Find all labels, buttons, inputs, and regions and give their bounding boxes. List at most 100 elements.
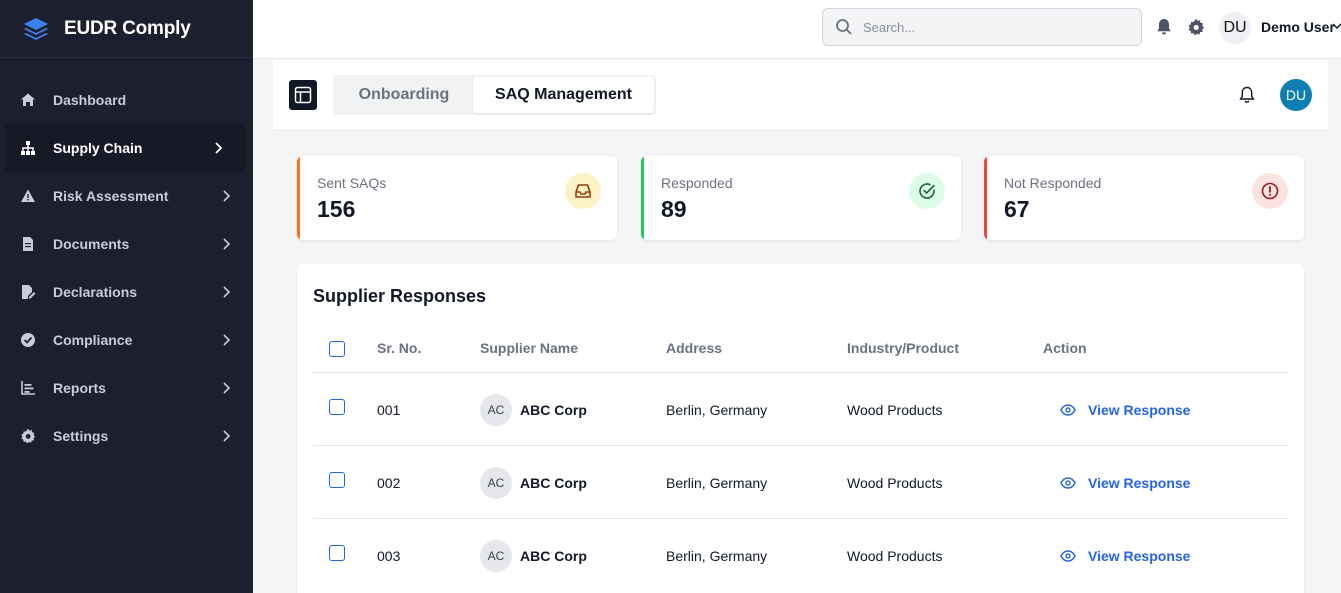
- sidebar-item-supply-chain[interactable]: Supply Chain: [5, 124, 245, 172]
- main-content: Onboarding SAQ Management DU Sent SAQs 1…: [273, 60, 1328, 593]
- tabs-bar: Onboarding SAQ Management DU: [273, 60, 1328, 131]
- view-response-link[interactable]: View Response: [1060, 402, 1190, 418]
- eye-icon: [1060, 477, 1076, 489]
- tab-saq-management[interactable]: SAQ Management: [473, 77, 654, 113]
- supplier-responses-panel: Supplier Responses Sr. No. Supplier Name…: [297, 264, 1304, 593]
- stat-label: Not Responded: [1004, 175, 1102, 191]
- sidebar-item-compliance[interactable]: Compliance: [0, 316, 253, 364]
- sidebar-item-declarations[interactable]: Declarations: [0, 268, 253, 316]
- column-header-address[interactable]: Address: [666, 340, 722, 356]
- row-checkbox[interactable]: [329, 399, 345, 415]
- select-all-checkbox[interactable]: [329, 341, 345, 357]
- notification-bell-icon[interactable]: [1156, 18, 1172, 36]
- user-avatar-secondary[interactable]: DU: [1280, 79, 1312, 111]
- chevron-right-icon: [223, 286, 231, 298]
- settings-gear-icon[interactable]: [1187, 18, 1205, 36]
- sitemap-icon: [20, 140, 36, 156]
- sidebar-item-label: Supply Chain: [53, 140, 143, 156]
- sr-no-cell: 001: [377, 402, 401, 418]
- stat-label: Sent SAQs: [317, 175, 387, 191]
- user-avatar[interactable]: DU: [1219, 12, 1251, 44]
- gear-icon: [20, 428, 36, 444]
- row-checkbox[interactable]: [329, 472, 345, 488]
- stat-value: 156: [317, 196, 356, 222]
- eye-icon: [1060, 404, 1076, 416]
- supplier-name-cell: ABC Corp: [520, 548, 587, 564]
- tab-group: Onboarding SAQ Management: [333, 75, 656, 115]
- industry-cell: Wood Products: [847, 548, 943, 564]
- user-name[interactable]: Demo User: [1261, 19, 1335, 35]
- stat-label: Responded: [661, 175, 733, 191]
- industry-cell: Wood Products: [847, 475, 943, 491]
- accent-bar: [641, 156, 644, 240]
- table-row: 002 AC ABC Corp Berlin, Germany Wood Pro…: [313, 446, 1288, 519]
- industry-cell: Wood Products: [847, 402, 943, 418]
- table-header: Sr. No. Supplier Name Address Industry/P…: [313, 332, 1288, 373]
- sidebar-item-label: Risk Assessment: [53, 188, 169, 204]
- eye-icon: [1060, 550, 1076, 562]
- address-cell: Berlin, Germany: [666, 548, 768, 564]
- chevron-right-icon: [223, 334, 231, 346]
- brand[interactable]: EUDR Comply: [0, 0, 253, 58]
- search-icon: [836, 19, 852, 35]
- sidebar-item-label: Declarations: [53, 284, 138, 300]
- supplier-avatar: AC: [480, 467, 512, 499]
- check-circle-icon: [909, 173, 945, 209]
- sr-no-cell: 002: [377, 475, 401, 491]
- accent-bar: [297, 156, 300, 240]
- sidebar: EUDR Comply Dashboard Supply Chain Risk …: [0, 0, 253, 593]
- tab-onboarding[interactable]: Onboarding: [335, 77, 473, 113]
- supplier-avatar: AC: [480, 394, 512, 426]
- sr-no-cell: 003: [377, 548, 401, 564]
- layout-panel-icon: [294, 86, 312, 104]
- chevron-right-icon: [223, 430, 231, 442]
- view-response-link[interactable]: View Response: [1060, 475, 1190, 491]
- column-header-supplier-name[interactable]: Supplier Name: [480, 340, 578, 356]
- search-box[interactable]: [822, 8, 1142, 46]
- supplier-name-cell: ABC Corp: [520, 475, 587, 491]
- chevron-right-icon: [223, 190, 231, 202]
- top-header: DU Demo User: [253, 0, 1341, 59]
- sidebar-item-reports[interactable]: Reports: [0, 364, 253, 412]
- home-icon: [20, 92, 36, 108]
- stat-value: 67: [1004, 196, 1030, 222]
- view-response-label: View Response: [1088, 475, 1191, 491]
- layout-toggle-button[interactable]: [289, 80, 317, 110]
- table-row: 001 AC ABC Corp Berlin, Germany Wood Pro…: [313, 373, 1288, 446]
- sidebar-item-label: Compliance: [53, 332, 133, 348]
- supplier-avatar: AC: [480, 540, 512, 572]
- sidebar-item-documents[interactable]: Documents: [0, 220, 253, 268]
- bell-outline-icon[interactable]: [1239, 86, 1255, 104]
- sidebar-item-risk-assessment[interactable]: Risk Assessment: [0, 172, 253, 220]
- sidebar-item-label: Settings: [53, 428, 109, 444]
- chevron-down-icon[interactable]: [1332, 22, 1341, 30]
- sidebar-item-label: Documents: [53, 236, 130, 252]
- chart-bars-icon: [20, 380, 36, 396]
- sidebar-item-label: Dashboard: [53, 92, 127, 108]
- warning-icon: [20, 188, 36, 204]
- stat-card-sent: Sent SAQs 156: [297, 156, 617, 240]
- row-checkbox[interactable]: [329, 545, 345, 561]
- sidebar-item-settings[interactable]: Settings: [0, 412, 253, 460]
- column-header-action: Action: [1043, 340, 1087, 356]
- app-name: EUDR Comply: [64, 17, 191, 39]
- inbox-icon: [565, 173, 601, 209]
- view-response-link[interactable]: View Response: [1060, 548, 1190, 564]
- view-response-label: View Response: [1088, 548, 1191, 564]
- stat-value: 89: [661, 196, 687, 222]
- check-circle-icon: [20, 332, 36, 348]
- chevron-right-icon: [223, 382, 231, 394]
- panel-title: Supplier Responses: [313, 286, 487, 306]
- file-signature-icon: [20, 284, 36, 300]
- stat-card-responded: Responded 89: [641, 156, 961, 240]
- sidebar-item-dashboard[interactable]: Dashboard: [0, 76, 253, 124]
- accent-bar: [984, 156, 987, 240]
- supplier-name-cell: ABC Corp: [520, 402, 587, 418]
- table-row: 003 AC ABC Corp Berlin, Germany Wood Pro…: [313, 519, 1288, 592]
- column-header-sr-no[interactable]: Sr. No.: [377, 340, 421, 356]
- layers-logo-icon: [24, 17, 48, 40]
- view-response-label: View Response: [1088, 402, 1191, 418]
- search-input[interactable]: [863, 19, 1113, 35]
- column-header-industry[interactable]: Industry/Product: [847, 340, 959, 356]
- chevron-right-icon: [223, 238, 231, 250]
